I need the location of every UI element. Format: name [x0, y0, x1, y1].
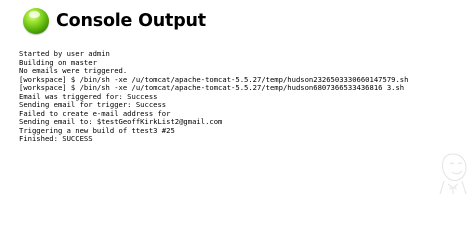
page-title: Console Output — [56, 11, 206, 31]
console-output: Started by user admin Building on master N… — [19, 50, 471, 144]
page-header: Console Output — [23, 7, 206, 35]
green-ball-icon — [23, 8, 49, 34]
console-line: Finished: SUCCESS — [19, 134, 93, 144]
jenkins-butler-watermark-icon — [439, 153, 467, 195]
